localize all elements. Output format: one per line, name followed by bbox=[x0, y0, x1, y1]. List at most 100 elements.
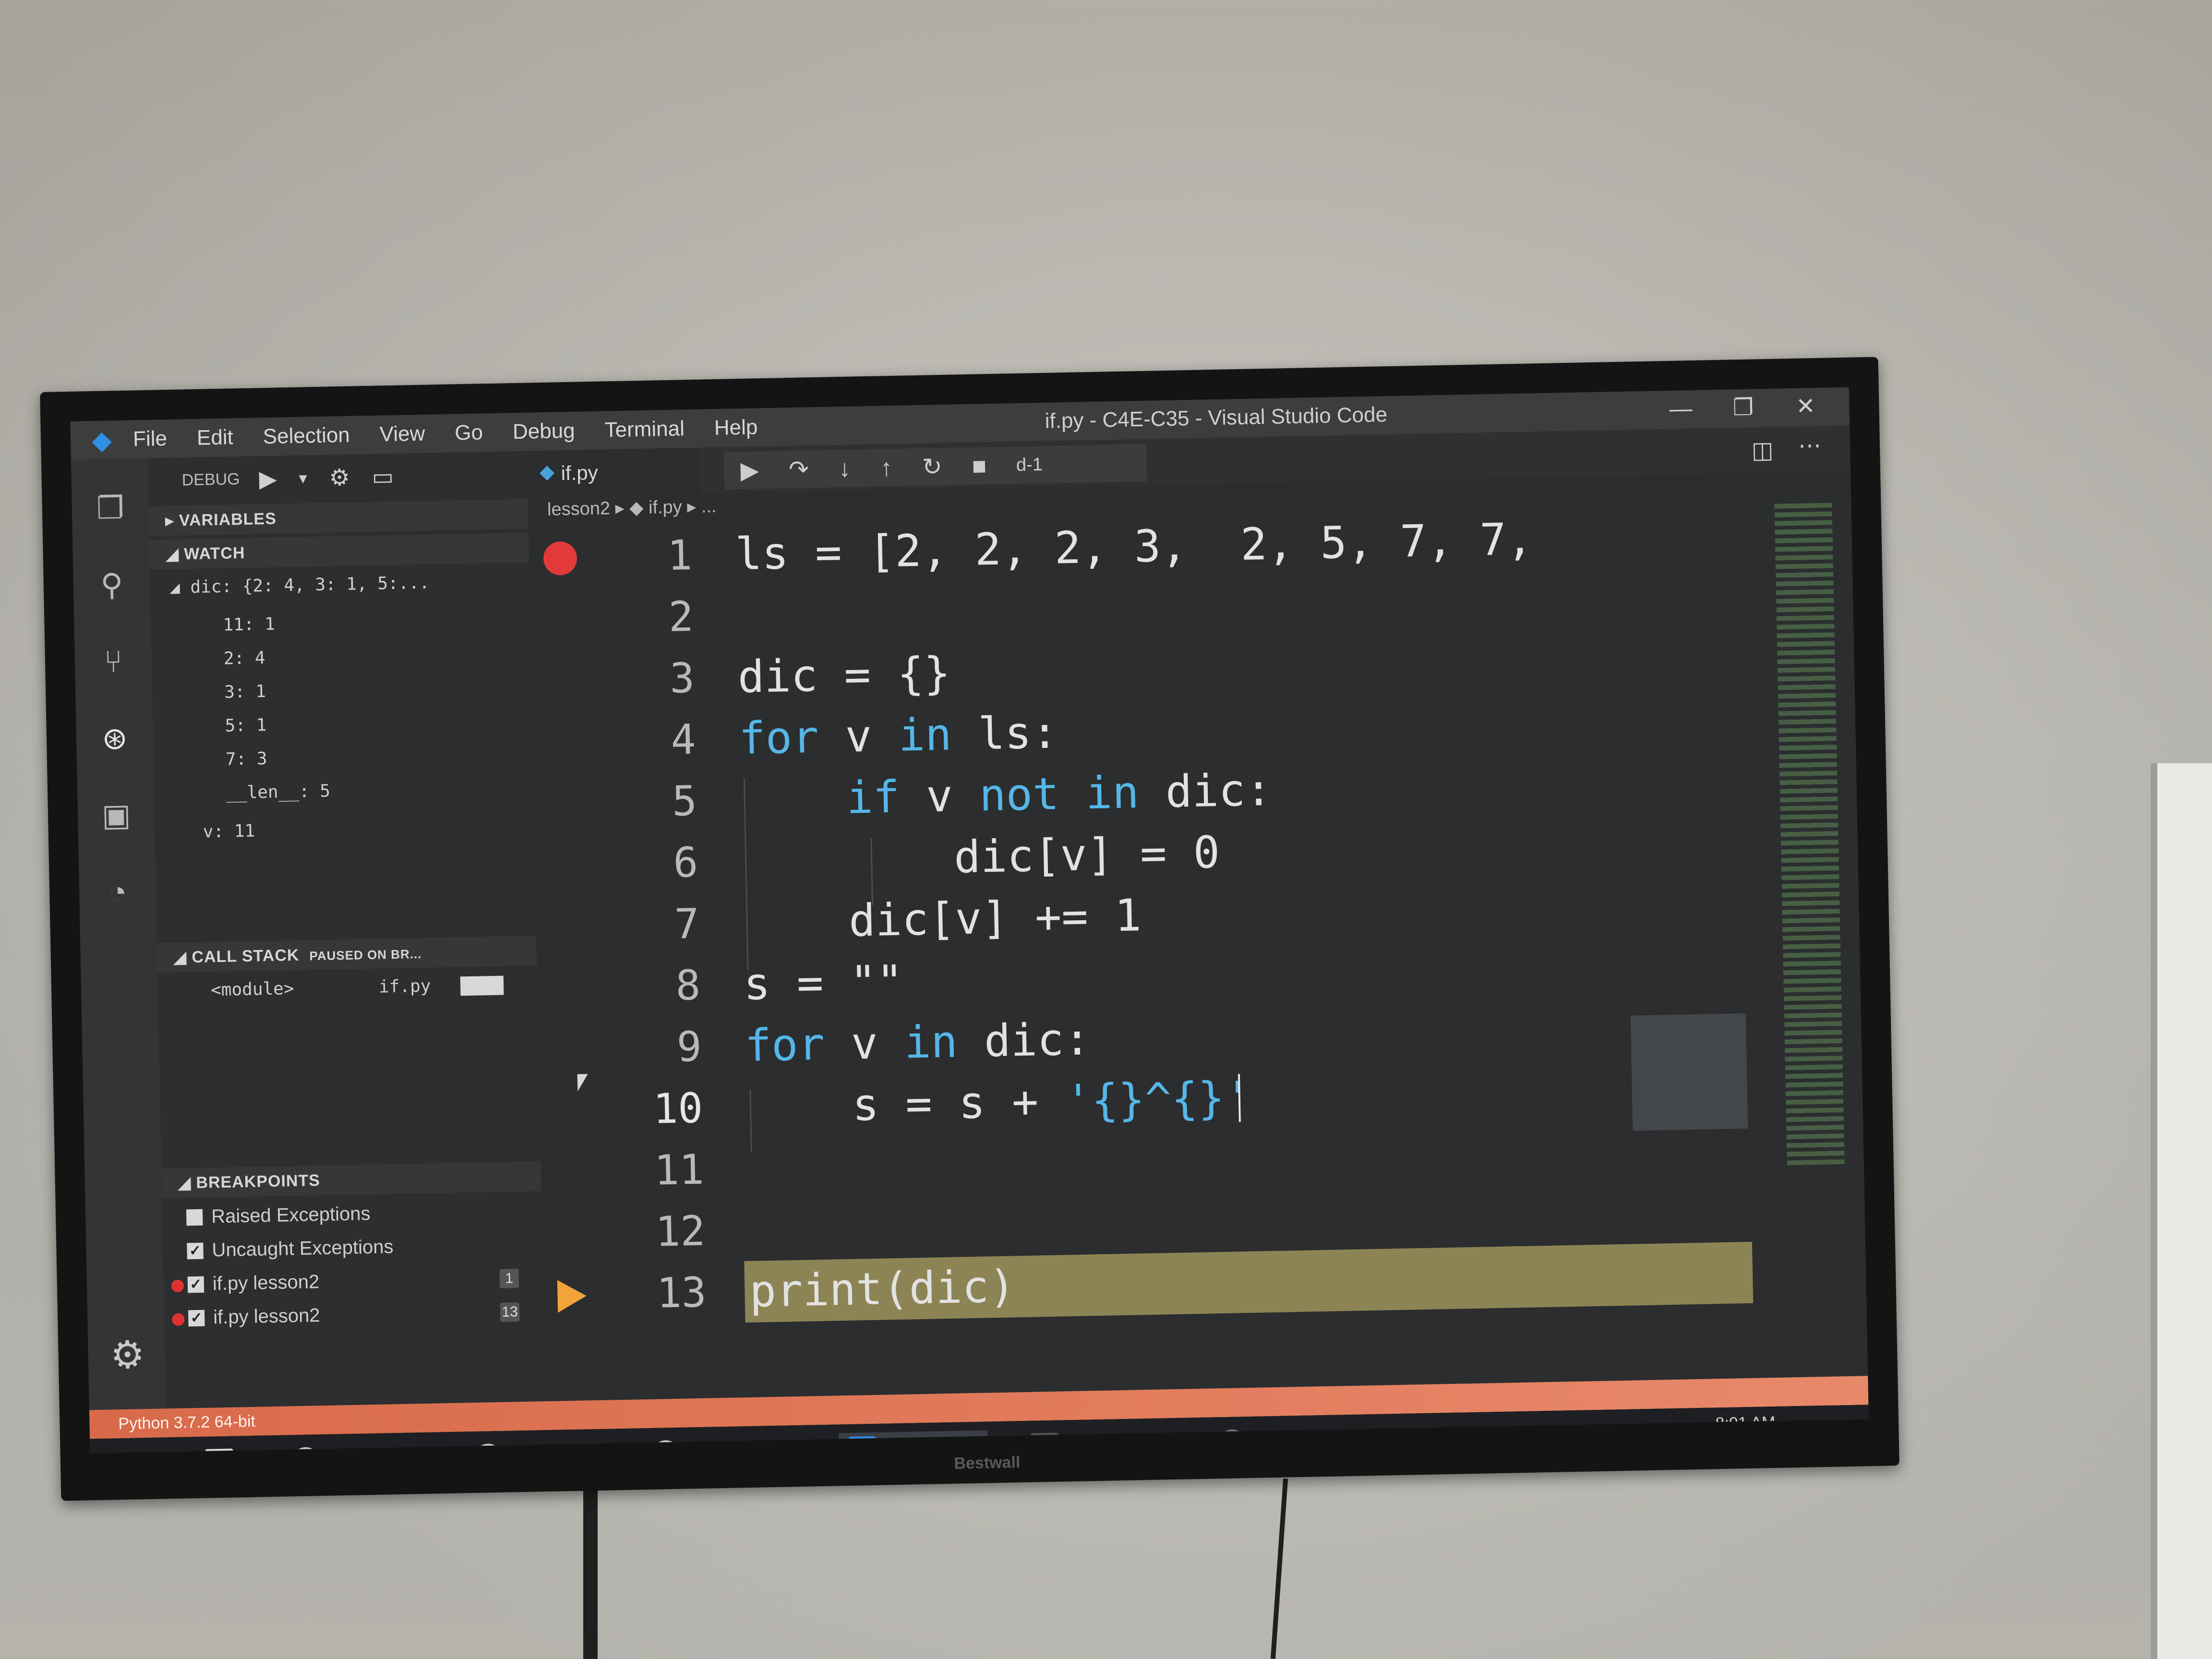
close-button[interactable]: ✕ bbox=[1789, 391, 1823, 423]
step-out-icon[interactable]: ↑ bbox=[880, 454, 892, 481]
breadcrumb[interactable]: lesson2 ▸ ◆ if.py ▸ ... bbox=[547, 495, 717, 520]
menu-edit[interactable]: Edit bbox=[197, 425, 234, 450]
line-number: 8 bbox=[675, 961, 701, 1010]
extensions-icon[interactable]: ▣ bbox=[96, 794, 137, 836]
config-dropdown-icon[interactable]: ▾ bbox=[299, 469, 307, 488]
menu-help[interactable]: Help bbox=[714, 415, 757, 440]
menu-go[interactable]: Go bbox=[455, 421, 483, 445]
line-number: 11 bbox=[654, 1145, 705, 1195]
start-debug-icon[interactable]: ▶ bbox=[259, 465, 277, 493]
debug-settings-icon[interactable]: ⚙ bbox=[329, 464, 350, 491]
python-interpreter[interactable]: Python 3.7.2 64-bit bbox=[118, 1412, 255, 1433]
mouse-pointer-icon bbox=[577, 1074, 589, 1092]
taskbar-label: Lesson 4 -... bbox=[686, 1442, 782, 1454]
debug-sidebar: DEBUG ▶ ▾ ⚙ ▭ ▸ VARIABLES ◢ WATCH ◢ dic:… bbox=[147, 451, 545, 1409]
code-text: dic[v] += 1 bbox=[742, 890, 1142, 949]
checkbox[interactable]: ✓ bbox=[187, 1276, 204, 1293]
checkbox[interactable]: ✓ bbox=[187, 1242, 204, 1259]
watch-item[interactable]: 2: 4 bbox=[224, 648, 265, 669]
step-into-icon[interactable]: ↓ bbox=[838, 455, 851, 482]
chrome-icon bbox=[651, 1440, 680, 1454]
code-text: s = "" bbox=[743, 955, 904, 1010]
watch-item[interactable]: v: 11 bbox=[203, 821, 255, 842]
notifications-icon[interactable]: ▭ bbox=[1810, 1418, 1831, 1443]
taskbar-item[interactable]: Magnifier bbox=[1218, 1424, 1324, 1454]
watch-item[interactable]: __len__: 5 bbox=[226, 781, 330, 803]
watch-item[interactable]: 5: 1 bbox=[225, 715, 266, 736]
menu-debug[interactable]: Debug bbox=[513, 419, 576, 444]
folder-tray-icon[interactable]: ▰ bbox=[1568, 1426, 1581, 1445]
magnifier-icon bbox=[1218, 1429, 1247, 1454]
watch-item[interactable]: 3: 1 bbox=[224, 682, 266, 702]
call-stack-section-header[interactable]: ◢ CALL STACK PAUSED ON BR... bbox=[157, 936, 537, 973]
tab-label: if.py bbox=[561, 461, 599, 485]
remote-icon[interactable]: ◔ bbox=[97, 871, 138, 913]
search-icon[interactable]: ⚲ bbox=[91, 564, 132, 605]
taskbar-item[interactable]: Lesson 4 -... bbox=[651, 1434, 781, 1454]
maximize-button[interactable]: ❐ bbox=[1726, 392, 1760, 424]
more-actions-icon[interactable]: ⋯ bbox=[1798, 432, 1822, 459]
watch-item[interactable]: 7: 3 bbox=[226, 749, 267, 769]
system-tray: ⌃ ▭ ▰ ◢ ◁) ENG 8:01 AM 6/24/2019 ▭ bbox=[1510, 1412, 1831, 1454]
vscode-window: ◆ File Edit Selection View Go Debug Term… bbox=[70, 387, 1869, 1454]
watch-section-header[interactable]: ◢ WATCH bbox=[149, 532, 529, 570]
code-editor[interactable]: 1 ls = [2, 2, 2, 3, 2, 5, 7, 7, 2 3 dic … bbox=[529, 503, 1867, 1354]
taskbar-item-active[interactable]: if.py - C4E... bbox=[839, 1430, 988, 1454]
taskbar-label: Comman... bbox=[1065, 1434, 1151, 1454]
breakpoints-section-header[interactable]: ◢ BREAKPOINTS bbox=[161, 1161, 541, 1199]
watch-item[interactable]: ◢ dic: {2: 4, 3: 1, 5:... bbox=[169, 573, 430, 597]
clock[interactable]: 8:01 AM 6/24/2019 bbox=[1709, 1413, 1782, 1451]
checkbox[interactable] bbox=[186, 1209, 203, 1226]
taskbar-file-explorer[interactable] bbox=[205, 1444, 240, 1454]
step-over-icon[interactable]: ↷ bbox=[788, 455, 809, 483]
language-indicator[interactable]: ENG bbox=[1655, 1424, 1690, 1443]
minimize-button[interactable]: — bbox=[1664, 393, 1698, 425]
call-stack-frame[interactable]: <module> if.py bbox=[211, 974, 509, 1000]
folder-icon bbox=[205, 1448, 234, 1454]
breakpoint-icon[interactable] bbox=[543, 541, 577, 576]
code-text: for v in dic: bbox=[744, 1013, 1091, 1072]
debug-console-icon[interactable]: ▭ bbox=[372, 463, 394, 490]
window-title: if.py - C4E-C35 - Visual Studio Code bbox=[1045, 403, 1388, 433]
taskbar-item[interactable]: Comman... bbox=[1031, 1427, 1151, 1454]
line-number: 12 bbox=[655, 1207, 706, 1256]
stop-icon[interactable]: ■ bbox=[972, 452, 986, 480]
breakpoint-line-1[interactable]: ✓ if.py lesson2 1 bbox=[187, 1267, 533, 1296]
split-editor-icon[interactable]: ◫ bbox=[1751, 437, 1773, 464]
tv-brand: Bestwall bbox=[954, 1453, 1021, 1473]
explorer-icon[interactable]: ❐ bbox=[90, 487, 131, 529]
restart-icon[interactable]: ↻ bbox=[922, 453, 942, 481]
volume-icon[interactable]: ◁) bbox=[1622, 1424, 1640, 1444]
network-icon[interactable]: ▭ bbox=[1539, 1426, 1554, 1446]
chrome-icon bbox=[291, 1447, 320, 1454]
tv-frame: ◆ File Edit Selection View Go Debug Term… bbox=[40, 357, 1899, 1501]
hover-widget bbox=[1630, 1013, 1748, 1131]
windows-start-icon[interactable]: ⊞ bbox=[114, 1453, 136, 1454]
vscode-logo-icon: ◆ bbox=[91, 425, 112, 455]
taskbar-item[interactable]: Google Im... bbox=[291, 1441, 421, 1454]
variables-section-header[interactable]: ▸ VARIABLES bbox=[148, 499, 529, 536]
menu-selection[interactable]: Selection bbox=[263, 423, 350, 449]
menu-file[interactable]: File bbox=[133, 427, 168, 451]
tray-chevron-icon[interactable]: ⌃ bbox=[1510, 1427, 1524, 1446]
checkbox[interactable]: ✓ bbox=[188, 1310, 205, 1326]
tab-if-py[interactable]: if.py bbox=[527, 447, 701, 497]
breakpoint-line-13[interactable]: ✓ if.py lesson2 13 bbox=[188, 1301, 534, 1329]
call-stack-title: CALL STACK bbox=[192, 946, 300, 967]
breakpoints-title: BREAKPOINTS bbox=[196, 1171, 321, 1192]
taskbar-item[interactable]: New Tab -... bbox=[474, 1438, 601, 1454]
source-control-icon[interactable]: ⑂ bbox=[93, 641, 134, 682]
wifi-icon[interactable]: ◢ bbox=[1595, 1425, 1608, 1444]
watch-item[interactable]: 11: 1 bbox=[223, 614, 275, 635]
debug-icon[interactable]: ⊛ bbox=[94, 718, 135, 759]
menu-view[interactable]: View bbox=[379, 422, 425, 447]
menu-terminal[interactable]: Terminal bbox=[604, 417, 685, 442]
gear-icon[interactable]: ⚙ bbox=[110, 1332, 145, 1377]
continue-icon[interactable]: ▶ bbox=[740, 456, 759, 484]
clock-date: 6/24/2019 bbox=[1709, 1431, 1782, 1451]
breakpoint-uncaught-exceptions[interactable]: ✓ Uncaught Exceptions bbox=[187, 1236, 394, 1262]
python-file-icon bbox=[540, 466, 555, 481]
execution-pointer-icon[interactable] bbox=[557, 1279, 587, 1313]
breakpoint-raised-exceptions[interactable]: Raised Exceptions bbox=[186, 1203, 371, 1228]
call-stack-status: PAUSED ON BR... bbox=[309, 946, 422, 963]
